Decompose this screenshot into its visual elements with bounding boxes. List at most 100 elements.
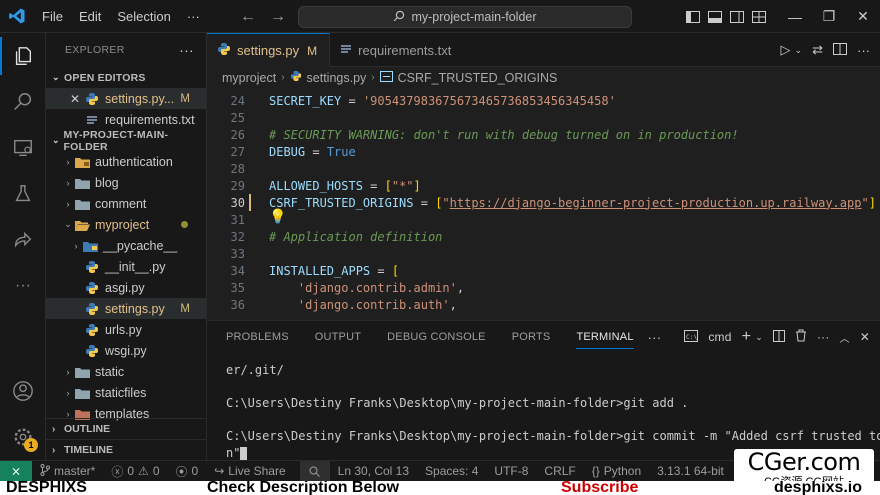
panel-more-icon[interactable]: ··· <box>648 330 662 345</box>
zoom-search-icon[interactable] <box>299 460 330 482</box>
terminal-shell-label[interactable]: cmd <box>708 330 731 344</box>
restore-icon[interactable]: ❐ <box>812 0 846 33</box>
language-mode[interactable]: {} Python <box>584 464 649 478</box>
breadcrumb-file[interactable]: settings.py <box>307 71 367 85</box>
explorer-more-icon[interactable]: ··· <box>179 42 194 58</box>
tree-folder-static[interactable]: › static <box>46 361 206 382</box>
forward-arrow-icon[interactable]: → <box>270 8 286 26</box>
outline-section[interactable]: › OUTLINE <box>46 418 206 439</box>
tab-output[interactable]: OUTPUT <box>315 321 361 353</box>
testing-flask-icon[interactable] <box>0 171 46 217</box>
trash-icon[interactable] <box>795 329 807 345</box>
manage-gear-icon[interactable]: 1 <box>0 414 46 460</box>
split-editor-icon[interactable] <box>833 42 847 58</box>
account-icon[interactable] <box>0 368 46 414</box>
code-line: 25 <box>207 109 880 126</box>
tree-file-asgi[interactable]: asgi.py <box>46 277 206 298</box>
token-url-link[interactable]: https://django-beginner-project-producti… <box>450 196 862 210</box>
close-editor-icon[interactable]: ✕ <box>70 92 84 106</box>
close-window-icon[interactable]: ✕ <box>846 0 880 33</box>
tree-folder-myproject[interactable]: ⌄ myproject <box>46 214 206 235</box>
live-share-status[interactable]: ↪ Live Share <box>206 464 293 478</box>
compare-changes-icon[interactable]: ⇄ <box>812 42 823 58</box>
run-dropdown-icon[interactable]: ⌄ <box>795 45 803 56</box>
python-file-icon <box>84 260 100 274</box>
explorer-title: EXPLORER <box>65 44 125 56</box>
new-terminal-icon[interactable]: + <box>742 328 752 346</box>
braces-icon: {} <box>591 464 600 478</box>
chevron-right-icon: › <box>66 366 70 377</box>
title-bar-controls: — ❐ ✕ <box>682 0 880 33</box>
tree-folder-pycache[interactable]: › __pycache__ <box>46 235 206 256</box>
panel-more-actions-icon[interactable]: ··· <box>817 330 830 344</box>
explorer-icon[interactable] <box>0 33 46 79</box>
tree-label: blog <box>95 175 119 190</box>
footer-subscribe[interactable]: Subscribe <box>561 481 638 495</box>
menu-selection[interactable]: Selection <box>109 0 178 33</box>
remote-indicator-icon[interactable]: ⨯ <box>0 460 32 482</box>
tree-file-settings[interactable]: settings.py M <box>46 298 206 319</box>
menu-edit[interactable]: Edit <box>71 0 109 33</box>
title-bar: File Edit Selection ··· ← → my-project-m… <box>0 0 880 33</box>
remote-explorer-icon[interactable] <box>0 125 46 171</box>
more-actions-icon[interactable]: ··· <box>857 43 870 58</box>
line-number: 32 <box>230 229 245 244</box>
tree-folder-blog[interactable]: › blog <box>46 172 206 193</box>
open-editors-section[interactable]: ⌄ OPEN EDITORS <box>46 67 206 88</box>
cursor-position[interactable]: Ln 30, Col 13 <box>330 464 417 478</box>
lightbulb-icon[interactable]: 💡 <box>269 209 286 225</box>
tree-file-init[interactable]: __init__.py <box>46 256 206 277</box>
end-of-line[interactable]: CRLF <box>536 464 583 478</box>
open-editor-settings[interactable]: ✕ settings.py... M <box>46 88 206 109</box>
error-icon: ⓧ <box>111 464 124 479</box>
tree-file-wsgi[interactable]: wsgi.py <box>46 340 206 361</box>
tree-folder-comment[interactable]: › comment <box>46 193 206 214</box>
toggle-secondary-sidebar-icon[interactable] <box>726 0 748 33</box>
project-folder-section[interactable]: ⌄ MY-PROJECT-MAIN-FOLDER <box>46 129 206 153</box>
tab-requirements[interactable]: requirements.txt <box>330 33 463 67</box>
code-line: 27 DEBUG = True <box>207 143 880 160</box>
maximize-panel-icon[interactable]: ︿ <box>840 330 850 345</box>
breadcrumb-symbol[interactable]: CSRF_TRUSTED_ORIGINS <box>398 71 558 85</box>
token-operator: = <box>341 93 363 108</box>
run-icon[interactable]: ▷ <box>781 42 791 58</box>
command-center-search[interactable]: my-project-main-folder <box>298 6 632 28</box>
open-editor-requirements[interactable]: requirements.txt <box>46 109 206 130</box>
minimize-icon[interactable]: — <box>778 0 812 33</box>
search-view-icon[interactable] <box>0 79 46 125</box>
tab-problems[interactable]: PROBLEMS <box>226 321 289 353</box>
tree-file-urls[interactable]: urls.py <box>46 319 206 340</box>
python-interpreter[interactable]: 3.13.1 64-bit <box>649 464 732 478</box>
tab-terminal[interactable]: TERMINAL <box>576 321 634 353</box>
breadcrumb-folder[interactable]: myproject <box>222 71 276 85</box>
problems-indicator[interactable]: ⓧ 0 ⚠ 0 <box>103 463 167 480</box>
menu-more[interactable]: ··· <box>179 0 208 33</box>
tree-label: myproject <box>95 217 150 232</box>
tree-folder-staticfiles[interactable]: › staticfiles <box>46 382 206 403</box>
tab-ports[interactable]: PORTS <box>512 321 551 353</box>
indentation[interactable]: Spaces: 4 <box>417 464 486 478</box>
tab-debug-console[interactable]: DEBUG CONSOLE <box>387 321 486 353</box>
ports-indicator[interactable]: ⦿ 0 <box>168 463 207 480</box>
close-panel-icon[interactable]: ✕ <box>860 330 870 344</box>
ports-count: 0 <box>191 464 199 478</box>
terminal-dropdown-icon[interactable]: ⌄ <box>755 332 763 343</box>
live-share-icon: ↪ <box>214 464 225 478</box>
menu-file[interactable]: File <box>34 0 71 33</box>
code-editor[interactable]: 24 SECRET_KEY = '90543798367567346573685… <box>207 88 880 320</box>
customize-layout-icon[interactable] <box>748 0 770 33</box>
live-share-icon[interactable] <box>0 217 46 263</box>
timeline-section[interactable]: › TIMELINE <box>46 439 206 460</box>
code-line: 31 💡 <box>207 209 880 228</box>
toggle-panel-icon[interactable] <box>704 0 726 33</box>
git-branch[interactable]: master* <box>32 463 103 479</box>
more-views-icon[interactable]: ··· <box>0 263 46 309</box>
tab-settings[interactable]: settings.py M <box>207 33 331 67</box>
line-number: 29 <box>230 178 245 193</box>
split-terminal-icon[interactable] <box>772 329 785 345</box>
tree-folder-authentication[interactable]: › authentication <box>46 151 206 172</box>
token-string: '905437983675673465736853456345458' <box>362 93 616 108</box>
toggle-primary-sidebar-icon[interactable] <box>682 0 704 33</box>
encoding[interactable]: UTF-8 <box>486 464 536 478</box>
back-arrow-icon[interactable]: ← <box>240 8 256 26</box>
